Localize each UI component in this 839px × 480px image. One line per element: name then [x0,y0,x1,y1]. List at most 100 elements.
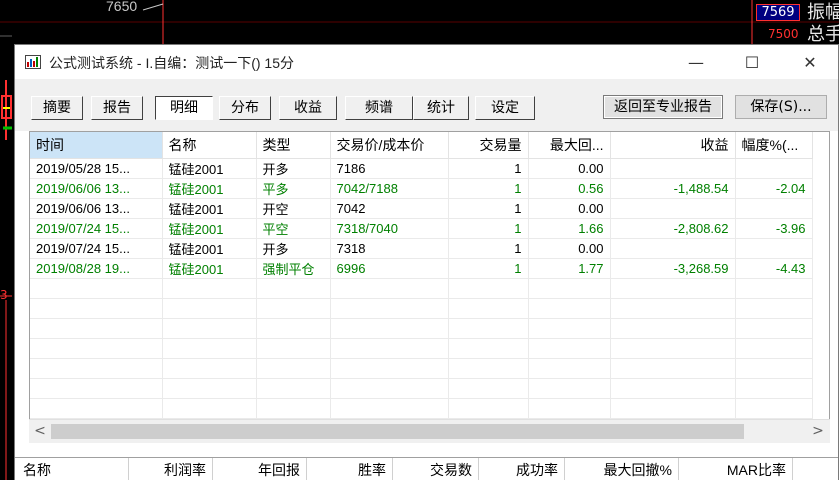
cell-qty: 1 [448,198,529,219]
empty-cell [30,398,163,419]
back-to-report-button[interactable]: 返回至专业报告 [603,95,723,119]
empty-row [30,358,813,379]
chart-side-number: 3 [0,288,8,302]
app-icon [25,55,41,69]
table-row[interactable]: 2019/05/28 15... 锰硅2001 开多 7186 1 0.00 [30,158,813,179]
title-bar[interactable]: 公式测试系统 - I.自编：测试一下() 15分 — ☐ ✕ [15,45,838,79]
empty-cell [610,318,736,339]
cell-drawdown: 0.00 [528,198,611,219]
column-header-max-drawdown[interactable]: 最大回... [528,132,611,159]
empty-cell [30,338,163,359]
cell-profit [610,158,736,179]
empty-cell [330,278,449,299]
maximize-button[interactable]: ☐ [729,45,775,79]
scroll-right-arrow[interactable]: > [809,422,827,440]
cell-qty: 1 [448,178,529,199]
close-button[interactable]: ✕ [787,45,833,79]
minimize-button[interactable]: — [673,45,719,79]
cell-name: 锰硅2001 [162,158,257,179]
empty-cell [162,298,257,319]
column-header-name[interactable]: 名称 [162,132,257,159]
tab-details[interactable]: 明细 [155,96,213,120]
column-header-price[interactable]: 交易价/成本价 [330,132,449,159]
empty-cell [528,398,611,419]
table-row[interactable]: 2019/07/24 15... 锰硅2001 平空 7318/7040 1 1.66 -2… [30,218,813,239]
empty-cell [162,318,257,339]
cell-profit: -2,808.62 [610,218,736,239]
summary-header-max-drawdown[interactable]: 最大回撤% [565,458,679,480]
scroll-left-arrow[interactable]: < [31,422,49,440]
scrollbar-thumb[interactable] [51,424,744,439]
column-header-time[interactable]: 时间 [30,132,163,159]
tab-settings[interactable]: 设定 [475,96,535,120]
summary-header-annual-return[interactable]: 年回报 [213,458,307,480]
summary-header-name[interactable]: 名称 [23,458,129,480]
empty-cell [330,378,449,399]
empty-cell [448,298,529,319]
summary-header-bar: 名称 利润率 年回报 胜率 交易数 成功率 最大回撤% MAR比率 [15,457,838,480]
cell-profit [610,198,736,219]
toolbar: 摘要 报告 明细 分布 收益 频谱 统计 设定 返回至专业报告 保存(S)... [15,79,838,131]
summary-header-trade-count[interactable]: 交易数 [393,458,479,480]
cell-time: 2019/07/24 15... [30,238,163,259]
empty-cell [330,318,449,339]
cell-name: 锰硅2001 [162,238,257,259]
empty-cell [610,338,736,359]
table-row[interactable]: 2019/08/28 19... 锰硅2001 强制平仓 6996 1 1.77 -3,26… [30,258,813,279]
tab-returns[interactable]: 收益 [279,96,337,120]
empty-row [30,378,813,399]
tab-spectrum[interactable]: 频谱 [345,96,413,120]
empty-cell [330,298,449,319]
column-header-type[interactable]: 类型 [256,132,331,159]
empty-cell [448,278,529,299]
empty-row [30,398,813,419]
empty-cell [448,338,529,359]
cell-drawdown: 1.77 [528,258,611,279]
cell-drawdown: 0.00 [528,158,611,179]
tab-summary[interactable]: 摘要 [31,96,83,120]
empty-cell [256,398,331,419]
cell-name: 锰硅2001 [162,178,257,199]
empty-cell [330,338,449,359]
cell-qty: 1 [448,218,529,239]
summary-header-profit-rate[interactable]: 利润率 [129,458,213,480]
current-price-box: 7569 [756,4,800,21]
empty-cell [256,378,331,399]
cell-time: 2019/07/24 15... [30,218,163,239]
column-header-profit[interactable]: 收益 [610,132,736,159]
empty-row [30,278,813,299]
empty-cell [528,318,611,339]
cell-price: 7318 [330,238,449,259]
save-button[interactable]: 保存(S)... [735,95,827,119]
chart-side-labels: 振幅 总手 [807,2,839,45]
table-row[interactable]: 2019/06/06 13... 锰硅2001 平多 7042/7188 1 0.56 -1… [30,178,813,199]
cell-time: 2019/08/28 19... [30,258,163,279]
empty-row [30,318,813,339]
empty-cell [610,378,736,399]
column-header-percent[interactable]: 幅度%(... [735,132,813,159]
cell-type: 开空 [256,198,331,219]
empty-cell [528,358,611,379]
summary-header-success-rate[interactable]: 成功率 [479,458,565,480]
table-row[interactable]: 2019/07/24 15... 锰硅2001 开多 7318 1 0.00 [30,238,813,259]
empty-cell [448,378,529,399]
column-header-quantity[interactable]: 交易量 [448,132,529,159]
table-row[interactable]: 2019/06/06 13... 锰硅2001 开空 7042 1 0.00 [30,198,813,219]
tab-report[interactable]: 报告 [91,96,143,120]
empty-cell [256,338,331,359]
summary-header-mar-ratio[interactable]: MAR比率 [679,458,793,480]
cell-time: 2019/06/06 13... [30,178,163,199]
cell-qty: 1 [448,258,529,279]
empty-cell [735,398,813,419]
summary-header-win-rate[interactable]: 胜率 [307,458,393,480]
tab-statistics[interactable]: 统计 [413,96,469,120]
horizontal-scrollbar[interactable]: < > [29,419,830,443]
empty-cell [528,298,611,319]
empty-cell [30,378,163,399]
empty-cell [448,358,529,379]
tab-distribution[interactable]: 分布 [219,96,271,120]
empty-cell [30,298,163,319]
empty-cell [735,298,813,319]
price-label-low: 7500 [768,27,799,41]
cell-price: 7042 [330,198,449,219]
